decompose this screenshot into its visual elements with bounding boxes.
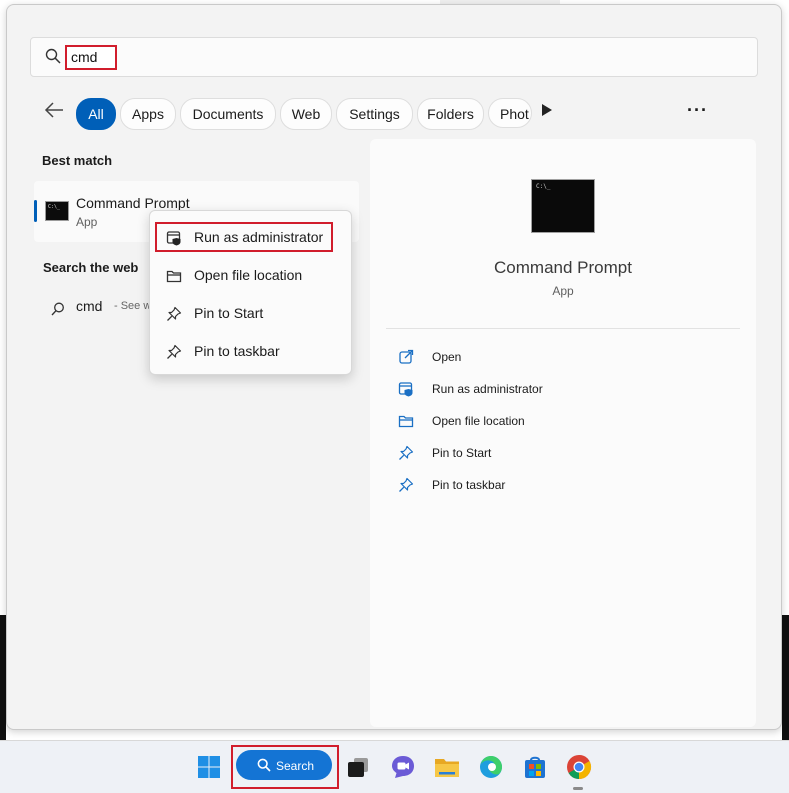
pin-icon: [399, 477, 414, 492]
web-search-query: cmd: [76, 298, 103, 314]
filter-chip-settings[interactable]: Settings: [336, 98, 413, 130]
pin-icon: [167, 344, 182, 359]
action-label: Open: [432, 350, 462, 364]
action-label: Pin to taskbar: [432, 478, 506, 492]
context-menu-open-file-location[interactable]: Open file location: [150, 259, 351, 293]
context-menu-label: Pin to Start: [194, 305, 264, 321]
chrome-icon[interactable]: [565, 753, 593, 781]
command-prompt-icon: C:\_: [45, 201, 69, 221]
search-icon: [257, 758, 271, 772]
best-match-title: Command Prompt: [76, 195, 190, 211]
context-menu-label: Pin to taskbar: [194, 343, 280, 359]
store-icon[interactable]: [521, 753, 549, 781]
windows-start-icon[interactable]: [195, 753, 223, 781]
admin-shield-icon: [398, 382, 413, 397]
filter-chip-photos[interactable]: Phot: [488, 98, 532, 128]
best-match-heading: Best match: [42, 153, 113, 168]
task-view-icon[interactable]: [344, 753, 372, 781]
desktop-background: [782, 615, 789, 740]
folder-icon: [398, 415, 414, 428]
admin-shield-icon: [166, 231, 181, 246]
taskbar: Search: [0, 740, 789, 793]
detail-subtitle: App: [552, 284, 574, 298]
start-search-panel: cmd All Apps Documents Web Settings Fold…: [6, 4, 782, 730]
filter-chip-apps[interactable]: Apps: [120, 98, 176, 130]
scroll-right-icon[interactable]: [541, 103, 553, 117]
command-prompt-icon: C:\_: [531, 179, 595, 233]
file-explorer-icon[interactable]: [433, 753, 461, 781]
filter-chip-all[interactable]: All: [76, 98, 116, 130]
pin-icon: [399, 445, 414, 460]
back-arrow-icon[interactable]: [43, 99, 65, 121]
context-menu-label: Open file location: [194, 267, 303, 283]
taskbar-search-button[interactable]: Search: [236, 750, 332, 780]
detail-pane: C:\_ Command Prompt App Open Run as admi…: [370, 139, 756, 727]
folder-icon: [166, 270, 182, 283]
taskbar-search-label: Search: [276, 759, 315, 773]
selection-indicator: [34, 200, 37, 222]
action-label: Run as administrator: [432, 382, 543, 396]
search-icon: [51, 302, 64, 316]
running-app-indicator: [573, 787, 583, 790]
filter-chip-web[interactable]: Web: [280, 98, 332, 130]
chat-icon[interactable]: [389, 753, 417, 781]
open-external-icon: [399, 349, 414, 364]
context-menu: Run as administrator Open file location …: [149, 210, 352, 375]
action-label: Open file location: [432, 414, 525, 428]
search-icon: [45, 48, 61, 64]
context-menu-pin-to-taskbar[interactable]: Pin to taskbar: [150, 335, 351, 369]
search-web-heading: Search the web: [43, 260, 139, 275]
search-box[interactable]: cmd: [30, 37, 758, 77]
best-match-subtitle: App: [76, 215, 98, 229]
filter-chip-documents[interactable]: Documents: [180, 98, 276, 130]
context-menu-label: Run as administrator: [194, 229, 324, 245]
edge-icon[interactable]: [477, 753, 505, 781]
more-options-icon[interactable]: ···: [687, 100, 708, 121]
detail-title: Command Prompt: [494, 258, 632, 277]
action-label: Pin to Start: [432, 446, 492, 460]
context-menu-pin-to-start[interactable]: Pin to Start: [150, 297, 351, 331]
divider: [386, 328, 740, 329]
search-input[interactable]: cmd: [65, 45, 117, 70]
context-menu-run-as-administrator[interactable]: Run as administrator: [150, 221, 351, 255]
pin-icon: [167, 306, 182, 321]
filter-chip-folders[interactable]: Folders: [417, 98, 484, 130]
